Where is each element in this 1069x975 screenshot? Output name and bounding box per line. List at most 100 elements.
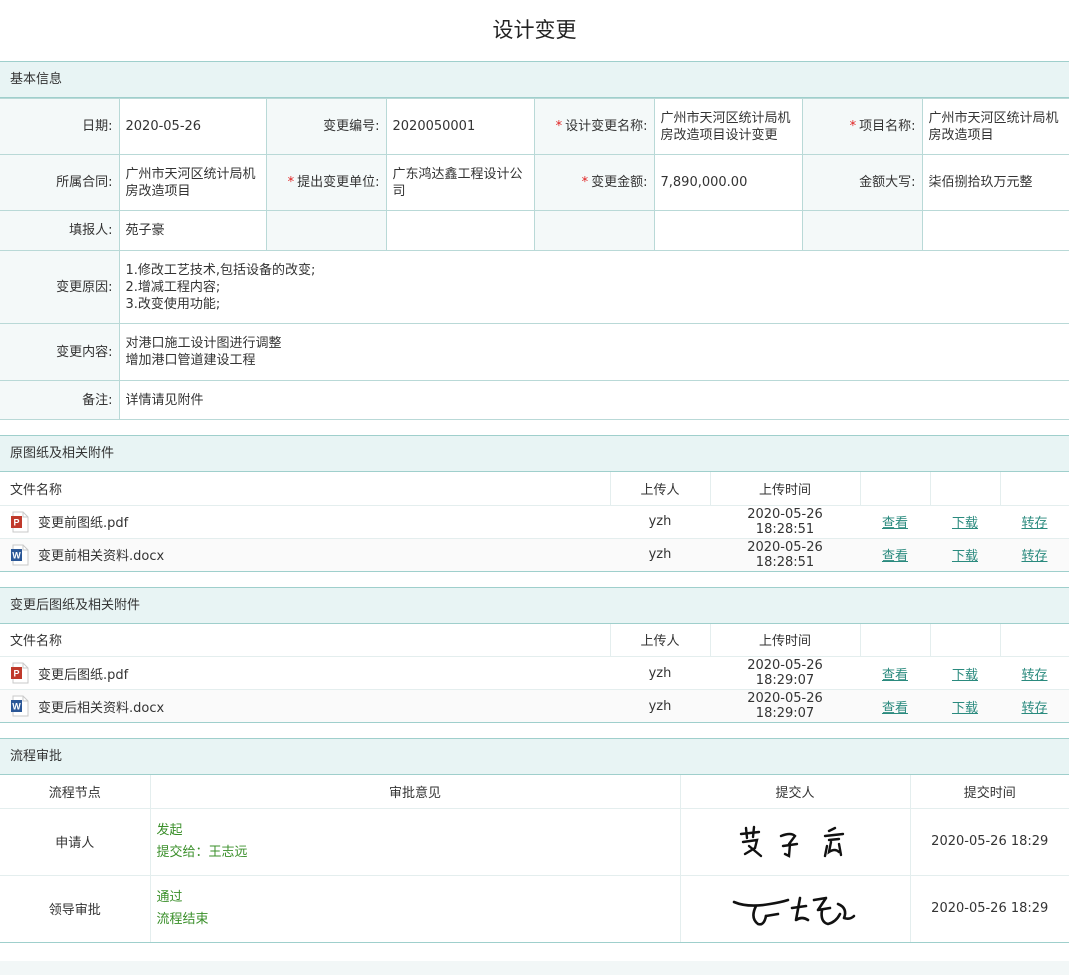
process-opinion: 发起 提交给：王志远 [149,808,680,876]
change-name-label-cell: * 设计变更名称: [533,98,655,155]
reason-line: 3.改变使用功能; [125,296,221,312]
reason-line: 2.增减工程内容; [125,279,221,295]
empty-cell [921,210,1069,251]
upload-time: 2020-05-26 18:29:07 [710,656,860,690]
svg-text:W: W [12,550,21,560]
empty-cell [385,210,535,251]
contract-label: 所属合同: [0,154,120,211]
handwritten-signature [732,896,856,926]
section-basic-info-header: 基本信息 [0,61,1069,98]
change-no-value: 2020050001 [385,98,535,155]
download-link[interactable]: 下载 [952,668,978,683]
col-action [999,472,1069,506]
view-link[interactable]: 查看 [882,668,908,683]
file-name: 变更前图纸.pdf [38,516,129,531]
original-files-table: 文件名称 上传人 上传时间 P 变更前图纸.pdf yzh 2020-05-26… [0,472,1069,572]
col-file-name: 文件名称 [0,472,610,506]
col-submitter: 提交人 [679,775,910,809]
file-name: 变更后相关资料.docx [38,700,165,716]
process-row: 申请人 发起 提交给：王志远 2020-05-26 18:29 [0,808,1069,876]
upload-time: 2020-05-26 18:28:51 [710,505,860,539]
amount-upper-label: 金额大写: [801,154,923,211]
section-original-files-header: 原图纸及相关附件 [0,435,1069,472]
pdf-icon: P [11,511,29,532]
col-action [859,472,930,506]
process-table: 流程节点 审批意见 提交人 提交时间 申请人 发起 提交给：王志远 2020-0… [0,775,1069,943]
uploader: yzh [610,538,710,572]
view-link[interactable]: 查看 [882,516,908,531]
process-opinion: 通过 流程结束 [149,875,680,943]
svg-text:W: W [12,702,21,712]
section-changed-files-header: 变更后图纸及相关附件 [0,586,1069,624]
download-link[interactable]: 下载 [952,516,978,531]
empty-cell [801,210,923,251]
change-name-value: 广州市天河区统计局机房改造项目设计变更 [653,98,803,155]
required-mark: * [555,119,563,134]
changed-files-table: 文件名称 上传人 上传时间 P 变更后图纸.pdf yzh 2020-05-26… [0,623,1069,723]
project-name-label: 项目名称: [859,119,916,134]
transfer-link[interactable]: 转存 [1021,549,1047,564]
col-uploader: 上传人 [609,623,710,657]
contract-value: 广州市天河区统计局机房改造项目 [118,154,267,211]
view-link[interactable]: 查看 [882,701,908,716]
pdf-icon: P [11,662,29,684]
reason-label: 变更原因: [0,250,120,324]
unit-label: 提出变更单位: [297,175,380,190]
col-uploader: 上传人 [609,472,710,506]
content-line: 对港口施工设计图进行调整 [125,336,282,351]
empty-cell [533,210,655,251]
word-icon: W [11,544,29,565]
upload-time: 2020-05-26 18:28:51 [710,538,860,572]
change-name-label: 设计变更名称: [565,119,648,134]
transfer-link[interactable]: 转存 [1021,516,1047,531]
amount-value: 7,890,000.00 [653,154,803,211]
section-process-header: 流程审批 [0,738,1069,775]
process-node: 申请人 [0,808,150,876]
col-upload-time: 上传时间 [709,623,860,657]
amount-upper-value: 柒佰捌拾玖万元整 [921,154,1069,211]
file-name-cell: W 变更后相关资料.docx [0,689,610,723]
remark-value: 详情请见附件 [118,380,1069,420]
col-file-name: 文件名称 [0,623,610,657]
col-upload-time: 上传时间 [709,472,860,506]
svg-text:P: P [13,669,19,679]
content-line: 增加港口管道建设工程 [125,353,256,368]
basic-info-table: 日期: 2020-05-26 变更编号: 2020050001 * 设计变更名称:… [0,98,1069,420]
uploader: yzh [610,656,710,690]
opinion-line: 提交给：王志远 [156,844,248,860]
reporter-label: 填报人: [0,210,120,251]
download-link[interactable]: 下载 [952,549,978,564]
process-row: 领导审批 通过 流程结束 2020-05-26 18:29 [0,875,1069,943]
file-name-cell: P 变更后图纸.pdf [0,656,610,690]
date-value: 2020-05-26 [118,98,267,155]
col-action [929,472,1000,506]
col-action [929,623,1000,657]
col-action [999,623,1069,657]
handwritten-signature [739,825,845,858]
opinion-line: 通过 [156,889,183,905]
file-row: P 变更前图纸.pdf yzh 2020-05-26 18:28:51 查看 下… [0,505,1069,539]
uploader: yzh [610,505,710,539]
reason-line: 1.修改工艺技术,包括设备的改变; [125,262,316,278]
view-link[interactable]: 查看 [882,549,908,564]
transfer-link[interactable]: 转存 [1021,668,1047,683]
file-name: 变更后图纸.pdf [38,667,129,683]
svg-text:P: P [13,517,19,527]
date-label: 日期: [0,98,120,155]
file-name-cell: W 变更前相关资料.docx [0,538,610,572]
file-name-cell: P 变更前图纸.pdf [0,505,610,539]
opinion-line: 发起 [156,822,183,838]
project-name-value: 广州市天河区统计局机房改造项目 [921,98,1069,155]
page-title: 设计变更 [492,18,577,42]
reason-value: 1.修改工艺技术,包括设备的改变; 2.增减工程内容; 3.改变使用功能; [118,250,1069,324]
transfer-link[interactable]: 转存 [1021,701,1047,716]
unit-value: 广东鸿达鑫工程设计公司 [385,154,535,211]
empty-cell [265,210,387,251]
required-mark: * [287,175,295,190]
remark-label: 备注: [0,380,120,420]
file-row: W 变更前相关资料.docx yzh 2020-05-26 18:28:51 查… [0,538,1069,572]
download-link[interactable]: 下载 [952,701,978,716]
content-label: 变更内容: [0,323,120,381]
amount-label-cell: * 变更金额: [533,154,655,211]
uploader: yzh [610,689,710,723]
